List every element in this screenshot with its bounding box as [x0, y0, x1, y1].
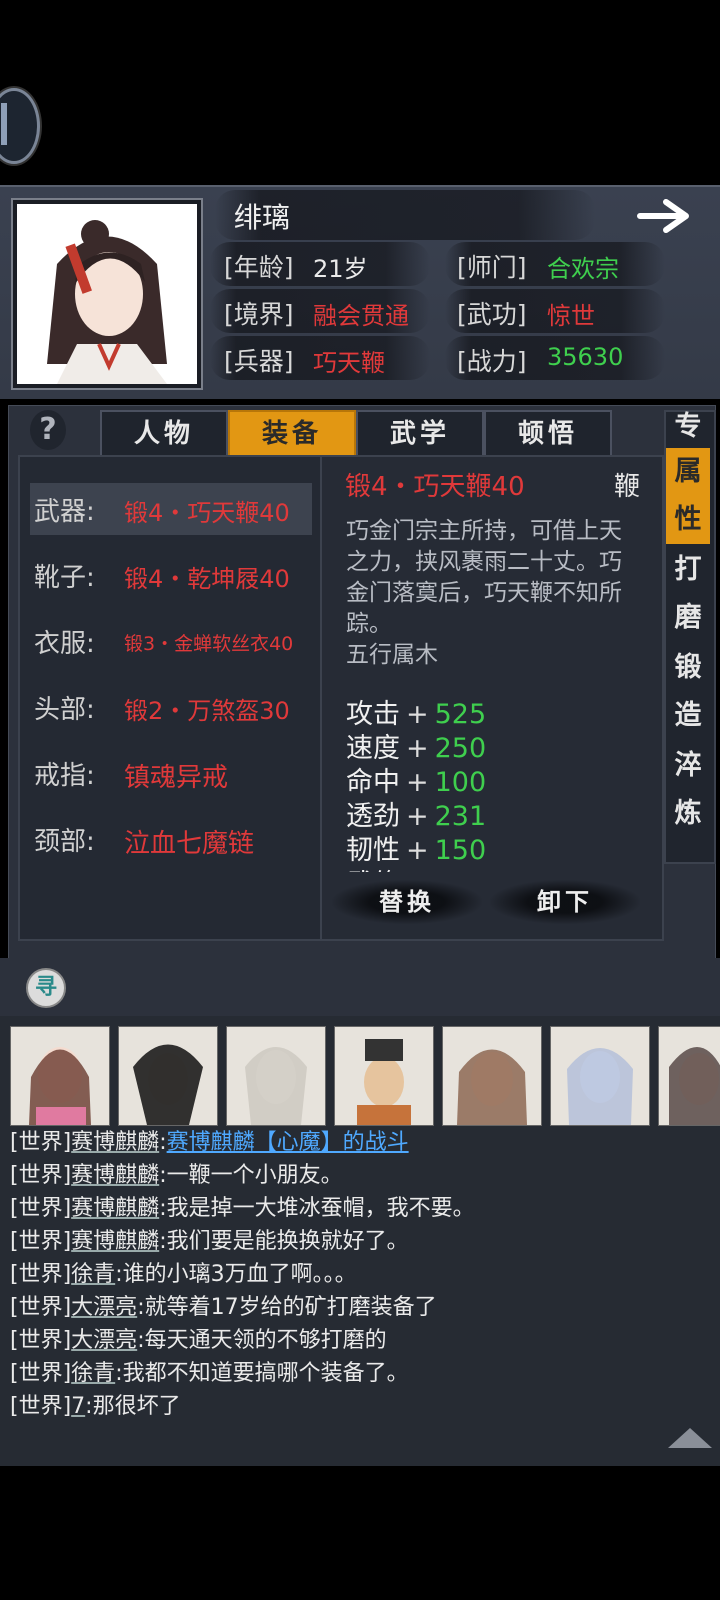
- power-value: 35630: [547, 343, 624, 371]
- slot-label: 衣服:: [34, 629, 95, 659]
- item-stats[interactable]: 攻击+525 速度+250 命中+100 透劲+231 韧性+150 武修+20…: [346, 692, 646, 872]
- stat-row: 透劲 +231: [346, 801, 487, 832]
- side-tab-char: 磨: [674, 602, 702, 633]
- side-tab-char: 炼: [674, 798, 702, 829]
- slot-item: 镇魂异戒: [124, 763, 229, 793]
- character-name: 绯璃: [234, 201, 291, 234]
- equip-slot-clothes[interactable]: 衣服: 锻3・金蝉软丝衣40: [30, 615, 312, 667]
- side-tab-attributes[interactable]: 属 性: [666, 448, 710, 544]
- character-portrait[interactable]: [13, 200, 201, 388]
- item-type: 鞭: [614, 472, 641, 502]
- realm-value: 融会贯通: [313, 302, 409, 330]
- stat-row: 命中 +100: [346, 767, 487, 798]
- collapse-chat-icon[interactable]: [668, 1428, 712, 1448]
- side-tab-forge[interactable]: 锻 造: [666, 644, 710, 740]
- search-icon[interactable]: 寻: [26, 968, 66, 1008]
- slot-label: 头部:: [34, 695, 95, 725]
- chat-message[interactable]: [世界]大漂亮:就等着17岁给的矿打磨装备了: [10, 1289, 437, 1321]
- avatar[interactable]: [442, 1026, 542, 1126]
- item-description-text: 巧金门宗主所持，可借上天之力，挟风裹雨二十丈。巧金门落寞后，巧天鞭不知所踪。: [346, 518, 622, 637]
- avatar[interactable]: [334, 1026, 434, 1126]
- tab-equipment[interactable]: 装备: [228, 410, 356, 458]
- equip-slot-head[interactable]: 头部: 锻2・万煞盔30: [30, 681, 312, 733]
- tab-enlightenment[interactable]: 顿悟: [484, 410, 612, 458]
- stat-row: 攻击 +525: [346, 699, 487, 730]
- battle-link[interactable]: 赛博麒麟【心魔】的战斗: [167, 1130, 409, 1155]
- side-tab-char: 锻: [674, 652, 702, 683]
- item-element: 五行属木: [346, 642, 438, 668]
- tab-martial-arts[interactable]: 武学: [356, 410, 484, 458]
- chat-message[interactable]: [世界]大漂亮:每天通天领的不够打磨的: [10, 1322, 387, 1354]
- replace-button[interactable]: 替换: [332, 880, 482, 924]
- age-label: [年龄]: [224, 253, 294, 282]
- stat-row: 速度 +250: [346, 733, 487, 764]
- weapon-value: 巧天鞭: [313, 349, 385, 377]
- sect-value: 合欢宗: [547, 255, 619, 283]
- chat-message[interactable]: [世界]7:那很坏了: [10, 1388, 181, 1420]
- chat-message[interactable]: [世界]徐青:谁的小璃3万血了啊。。。: [10, 1256, 357, 1288]
- avatar[interactable]: [658, 1026, 720, 1126]
- avatar[interactable]: [550, 1026, 650, 1126]
- avatar[interactable]: [10, 1026, 110, 1126]
- chat-message[interactable]: [世界]赛博麒麟:我是掉一大堆冰蚕帽，我不要。: [10, 1190, 475, 1222]
- equip-slot-boots[interactable]: 靴子: 锻4・乾坤屐40: [30, 549, 312, 601]
- martial-value: 惊世: [547, 302, 595, 330]
- slot-item: 锻4・巧天鞭40: [124, 499, 290, 527]
- sect-label: [师门]: [457, 253, 527, 282]
- side-tab-char: 造: [674, 700, 702, 731]
- slot-label: 武器:: [34, 497, 95, 527]
- slot-item: 泣血七魔链: [124, 829, 255, 859]
- weapon-label: [兵器]: [224, 347, 294, 376]
- power-label: [战力]: [457, 347, 527, 376]
- avatar[interactable]: [226, 1026, 326, 1126]
- side-tab-char: 淬: [674, 750, 702, 781]
- unequip-button[interactable]: 卸下: [490, 880, 640, 924]
- search-bar: [0, 958, 720, 1016]
- equip-slot-ring[interactable]: 戒指: 镇魂异戒: [30, 747, 312, 799]
- chat-message[interactable]: [世界]徐青:我都不知道要搞哪个装备了。: [10, 1355, 409, 1387]
- item-description: 巧金门宗主所持，可借上天之力，挟风裹雨二十丈。巧金门落寞后，巧天鞭不知所踪。 五…: [346, 516, 642, 671]
- slot-label: 戒指:: [34, 761, 95, 791]
- chat-message[interactable]: [世界]赛博麒麟:赛博麒麟【心魔】的战斗: [10, 1124, 409, 1156]
- realm-label: [境界]: [224, 300, 294, 329]
- slot-label: 颈部:: [34, 827, 95, 857]
- slot-item: 锻3・金蝉软丝衣40: [124, 633, 294, 655]
- slot-item: 锻4・乾坤屐40: [124, 565, 290, 593]
- equip-slot-weapon[interactable]: 武器: 锻4・巧天鞭40: [30, 483, 312, 535]
- item-title: 锻4・巧天鞭40: [345, 472, 525, 502]
- side-tab-temper[interactable]: 淬 炼: [666, 742, 710, 838]
- age-value: 21岁: [313, 255, 368, 283]
- corner-emblem-icon[interactable]: [0, 88, 40, 164]
- stat-row: 武修+200: [346, 862, 646, 872]
- side-tab-char: 性: [674, 504, 702, 535]
- slot-label: 靴子:: [34, 563, 95, 593]
- side-tab-polish[interactable]: 打 磨: [666, 546, 710, 642]
- tab-character[interactable]: 人物: [100, 410, 228, 458]
- avatar[interactable]: [118, 1026, 218, 1126]
- side-tab-char: 属: [674, 456, 702, 487]
- side-tab-special[interactable]: 专: [666, 402, 710, 452]
- martial-label: [武功]: [457, 300, 527, 329]
- equip-slot-neck[interactable]: 颈部: 泣血七魔链: [30, 813, 312, 865]
- chat-message[interactable]: [世界]赛博麒麟:一鞭一个小朋友。: [10, 1157, 343, 1189]
- next-character-arrow-icon[interactable]: [636, 196, 694, 236]
- side-tab-char: 打: [674, 554, 702, 585]
- stat-row: 韧性 +150: [346, 835, 487, 866]
- help-icon[interactable]: ?: [30, 410, 66, 450]
- slot-item: 锻2・万煞盔30: [124, 697, 290, 725]
- chat-message[interactable]: [世界]赛博麒麟:我们要是能换换就好了。: [10, 1223, 409, 1255]
